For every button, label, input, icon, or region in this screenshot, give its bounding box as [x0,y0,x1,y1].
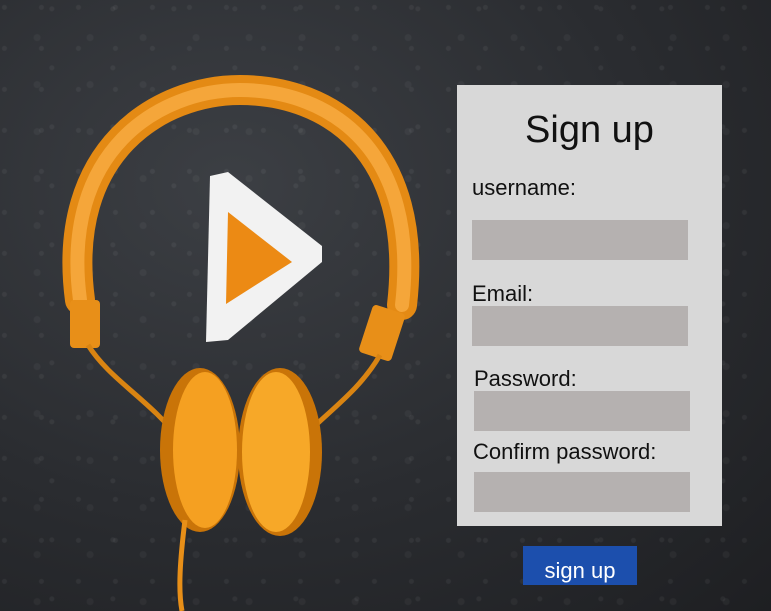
password-input[interactable] [474,391,690,431]
password-label: Password: [474,366,577,391]
username-input[interactable] [472,220,688,260]
confirm-password-input[interactable] [474,472,690,512]
play-icon [206,172,322,342]
form-title: Sign up [525,109,654,151]
username-label: username: [472,175,576,200]
confirm-password-label: Confirm password: [473,439,657,464]
signup-form-panel: Sign up username: Email: Password: Confi… [457,85,722,526]
email-label: Email: [472,281,534,306]
signup-button[interactable]: sign up [523,546,637,585]
email-input[interactable] [472,306,688,346]
